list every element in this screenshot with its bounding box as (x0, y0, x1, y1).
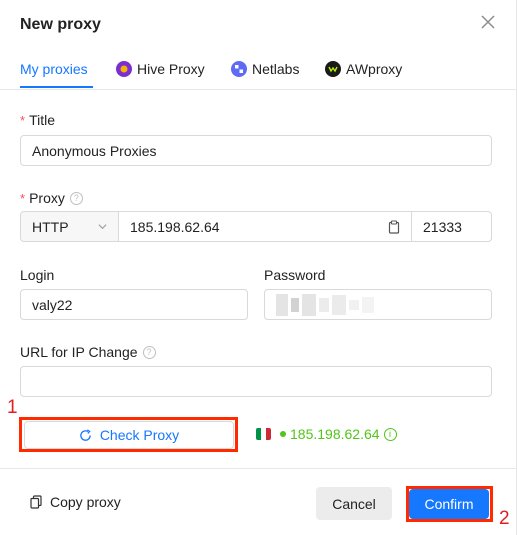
annotation-highlight-confirm (406, 486, 493, 522)
cancel-button[interactable]: Cancel (316, 487, 392, 520)
url-ip-change-label: URL for IP Change ? (20, 344, 156, 360)
copy-proxy-button[interactable]: Copy proxy (30, 494, 121, 510)
tab-hive-proxy[interactable]: Hive Proxy (116, 56, 205, 82)
info-icon[interactable]: i (383, 427, 397, 441)
tab-bar: My proxies Hive Proxy Netlabs AWproxy (0, 48, 517, 90)
help-icon[interactable]: ? (69, 191, 83, 205)
password-label: Password (264, 267, 326, 283)
hive-proxy-logo-icon (116, 61, 132, 77)
login-input[interactable]: valy22 (20, 289, 248, 320)
annotation-marker-2: 2 (499, 508, 510, 529)
url-ip-change-input[interactable] (20, 366, 492, 397)
title-label-text: Title (29, 112, 55, 128)
active-tab-indicator (20, 86, 93, 88)
title-label: * Title (20, 112, 55, 128)
copy-proxy-label: Copy proxy (50, 494, 121, 510)
netlabs-logo-icon (231, 61, 247, 77)
proxy-host-value: 185.198.62.64 (130, 218, 220, 235)
password-input[interactable] (264, 289, 492, 320)
cancel-label: Cancel (332, 495, 376, 512)
chevron-down-icon (98, 224, 107, 230)
tab-my-proxies[interactable]: My proxies (20, 56, 88, 82)
tab-netlabs[interactable]: Netlabs (231, 56, 299, 82)
dialog-title: New proxy (20, 16, 101, 33)
tab-label: My proxies (20, 61, 88, 77)
tab-awproxy[interactable]: AWproxy (325, 56, 402, 82)
required-mark: * (20, 112, 26, 128)
tab-label: Netlabs (252, 61, 300, 77)
tab-label: AWproxy (346, 61, 403, 77)
protocol-select[interactable]: HTTP (20, 211, 119, 242)
new-proxy-dialog: New proxy My proxies Hive Proxy Netlabs … (0, 0, 517, 535)
protocol-select-value: HTTP (32, 218, 69, 235)
annotation-highlight-check (19, 417, 238, 452)
login-input-value: valy22 (32, 296, 73, 313)
close-icon[interactable] (479, 13, 497, 31)
title-input[interactable]: Anonymous Proxies (20, 135, 492, 166)
obscured-password (276, 293, 374, 316)
proxy-host-input[interactable]: 185.198.62.64 (118, 211, 412, 242)
proxy-label: * Proxy ? (20, 190, 83, 206)
login-label: Login (20, 267, 55, 283)
italy-flag-icon (256, 428, 271, 440)
required-mark: * (20, 190, 26, 206)
help-icon[interactable]: ? (142, 345, 156, 359)
annotation-marker-1: 1 (7, 397, 18, 418)
check-result: 185.198.62.64 i (256, 426, 397, 442)
url-ip-change-label-text: URL for IP Change (20, 344, 138, 360)
tab-label: Hive Proxy (137, 61, 205, 77)
status-dot (280, 431, 286, 437)
awproxy-logo-icon (325, 61, 341, 77)
result-ip: 185.198.62.64 (290, 426, 380, 442)
proxy-port-value: 21333 (423, 218, 462, 235)
clipboard-icon[interactable] (388, 219, 400, 234)
proxy-label-text: Proxy (29, 190, 65, 206)
title-input-value: Anonymous Proxies (32, 142, 157, 159)
proxy-port-input[interactable]: 21333 (411, 211, 492, 242)
copy-icon (30, 495, 42, 509)
